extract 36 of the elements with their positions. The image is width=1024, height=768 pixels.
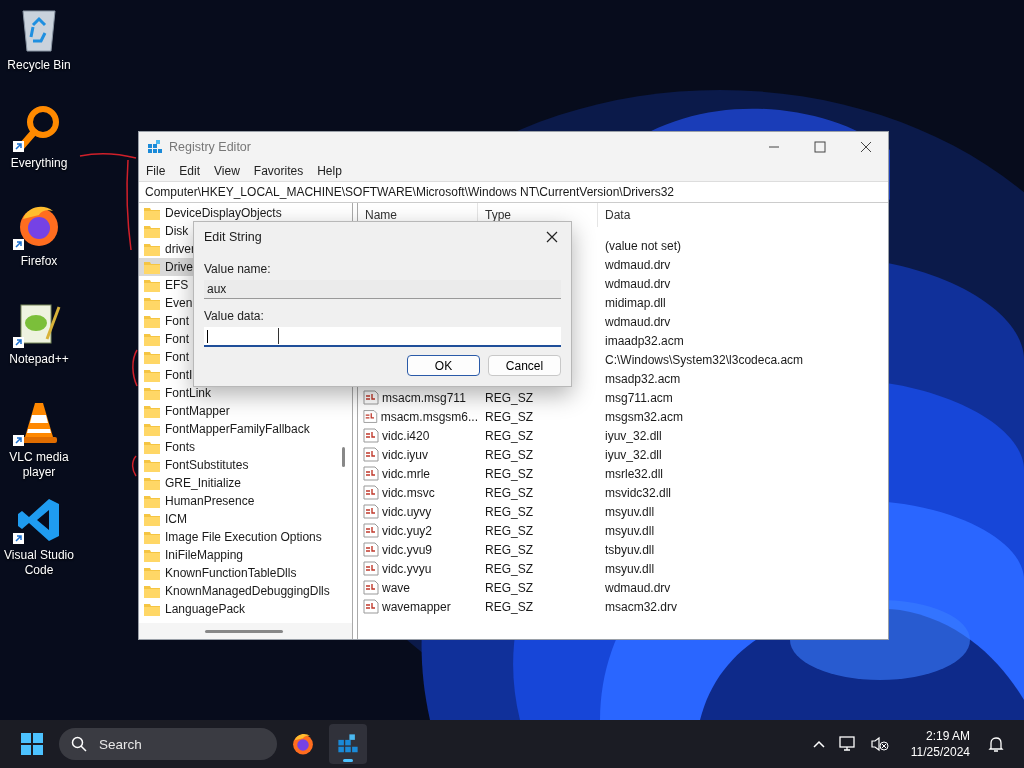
- value-data: msvidc32.dll: [605, 485, 672, 500]
- value-data: (value not set): [605, 238, 682, 253]
- value-data: msg711.acm: [605, 390, 673, 405]
- value-type: REG_SZ: [485, 485, 533, 500]
- value-data: msadp32.acm: [605, 371, 681, 386]
- value-data: msgsm32.acm: [605, 409, 684, 424]
- value-data: iyuv_32.dll: [605, 428, 662, 443]
- value-type: REG_SZ: [485, 561, 533, 576]
- value-type: REG_SZ: [485, 447, 533, 462]
- value-data: C:\Windows\System32\l3codeca.acm: [605, 352, 804, 367]
- value-data: midimap.dll: [605, 295, 666, 310]
- value-data: wdmaud.drv: [605, 257, 671, 272]
- value-type: REG_SZ: [485, 599, 533, 614]
- value-data: wdmaud.drv: [605, 580, 671, 595]
- value-type: REG_SZ: [485, 542, 533, 557]
- value-type: REG_SZ: [485, 428, 533, 443]
- value-data: msacm32.drv: [605, 599, 678, 614]
- value-type: REG_SZ: [485, 580, 533, 595]
- dialog-title: Edit String: [204, 230, 262, 244]
- value-type: REG_SZ: [485, 504, 533, 519]
- field-label: Value name:: [204, 262, 272, 276]
- value-type: REG_SZ: [485, 523, 533, 538]
- value-data: wdmaud.drv: [605, 314, 671, 329]
- value-data: msrle32.dll: [605, 466, 664, 481]
- value-data: msyuv.dll: [605, 561, 655, 576]
- value-data: msyuv.dll: [605, 523, 655, 538]
- value-data: iyuv_32.dll: [605, 447, 662, 462]
- value-type: REG_SZ: [485, 409, 533, 424]
- field-label: Value data:: [204, 309, 265, 323]
- value-data: imaadp32.acm: [605, 333, 684, 348]
- value-data: msyuv.dll: [605, 504, 655, 519]
- value-type: REG_SZ: [485, 466, 533, 481]
- value-data: tsbyuv.dll: [605, 542, 655, 557]
- value-data: wdmaud.drv: [605, 276, 671, 291]
- window-title: Registry Editor: [169, 139, 251, 154]
- value-type: REG_SZ: [485, 390, 533, 405]
